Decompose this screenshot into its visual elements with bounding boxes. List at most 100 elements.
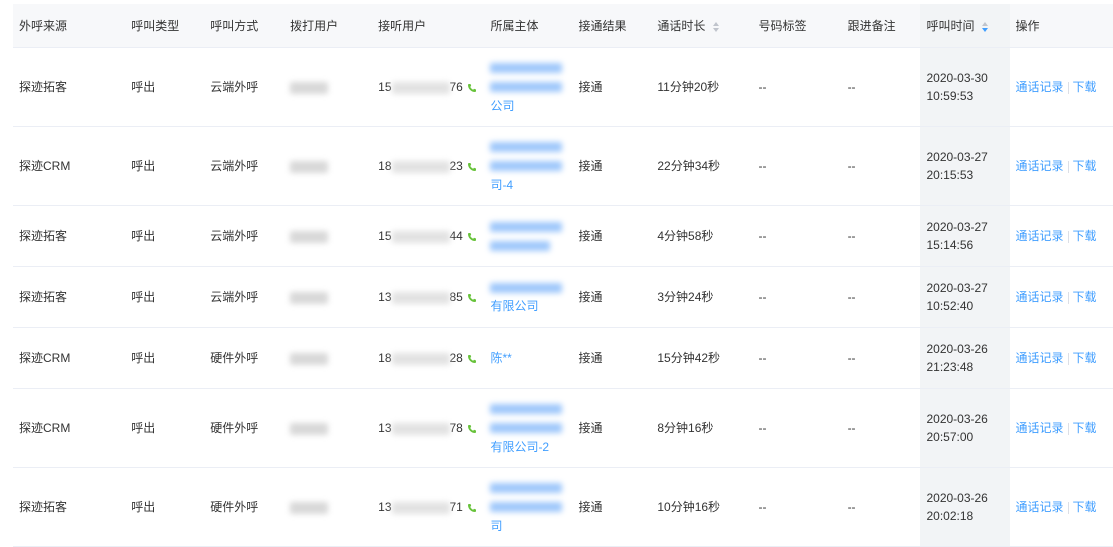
cell-caller [284, 206, 372, 267]
call-record-link[interactable]: 通话记录 [1016, 290, 1064, 304]
cell-tag: -- [753, 206, 842, 267]
cell-remark: -- [842, 389, 921, 468]
call-record-link[interactable]: 通话记录 [1016, 351, 1064, 365]
callee-redacted [392, 161, 450, 173]
cell-call-method: 硬件外呼 [204, 328, 284, 389]
callee-suffix: 85 [450, 290, 463, 304]
cell-callee: 1544 [372, 206, 484, 267]
entity-link[interactable]: 司 [490, 479, 566, 536]
cell-duration: 11分钟20秒 [651, 48, 752, 127]
cell-tag: -- [753, 127, 842, 206]
download-link[interactable]: 下载 [1073, 500, 1097, 514]
callee-prefix: 13 [378, 290, 391, 304]
cell-source: 探迹拓客 [13, 206, 125, 267]
call-record-link[interactable]: 通话记录 [1016, 159, 1064, 173]
entity-link[interactable]: 司-4 [490, 138, 566, 195]
phone-icon[interactable] [467, 162, 477, 172]
phone-icon[interactable] [467, 503, 477, 513]
call-date: 2020-03-27 [926, 281, 987, 295]
call-date: 2020-03-27 [926, 220, 987, 234]
header-time-label: 呼叫时间 [926, 19, 974, 33]
cell-call-method: 硬件外呼 [204, 389, 284, 468]
callee-prefix: 15 [378, 229, 391, 243]
callee-redacted [392, 82, 450, 94]
cell-remark: -- [842, 328, 921, 389]
cell-call-method: 云端外呼 [204, 206, 284, 267]
action-divider [1068, 423, 1069, 435]
cell-remark: -- [842, 267, 921, 328]
cell-call-type: 呼出 [125, 206, 204, 267]
call-clock: 20:57:00 [926, 430, 973, 444]
call-record-link[interactable]: 通话记录 [1016, 80, 1064, 94]
entity-link[interactable]: 有限公司-2 [490, 400, 566, 457]
cell-call-method: 硬件外呼 [204, 468, 284, 547]
cell-duration: 15分钟42秒 [651, 328, 752, 389]
cell-result: 接通 [572, 48, 651, 127]
header-call-type: 呼叫类型 [125, 4, 204, 48]
cell-source: 探迹CRM [13, 328, 125, 389]
cell-duration: 8分钟16秒 [651, 389, 752, 468]
call-record-link[interactable]: 通话记录 [1016, 229, 1064, 243]
download-link[interactable]: 下载 [1073, 159, 1097, 173]
call-record-link[interactable]: 通话记录 [1016, 500, 1064, 514]
entity-link[interactable]: 陈** [490, 349, 566, 368]
caller-redacted [290, 353, 328, 365]
cell-source: 探迹拓客 [13, 48, 125, 127]
callee-prefix: 18 [378, 351, 391, 365]
phone-icon[interactable] [467, 83, 477, 93]
caller-redacted [290, 423, 328, 435]
cell-time: 2020-03-2710:52:40 [920, 267, 1009, 328]
entity-link[interactable]: 有限公司 [490, 278, 566, 316]
cell-tag: -- [753, 328, 842, 389]
cell-time: 2020-03-2720:15:53 [920, 127, 1009, 206]
cell-caller [284, 48, 372, 127]
phone-icon[interactable] [467, 293, 477, 303]
cell-call-type: 呼出 [125, 127, 204, 206]
table-row: 探迹拓客呼出云端外呼1576公司接通11分钟20秒----2020-03-301… [13, 48, 1113, 127]
cell-remark: -- [842, 206, 921, 267]
call-clock: 20:02:18 [926, 509, 973, 523]
header-duration-label: 通话时长 [657, 19, 705, 33]
time-sort-icon[interactable] [982, 22, 988, 32]
cell-tag: -- [753, 389, 842, 468]
callee-redacted [392, 231, 450, 243]
caller-redacted [290, 161, 328, 173]
download-link[interactable]: 下载 [1073, 290, 1097, 304]
entity-link[interactable] [490, 217, 566, 255]
download-link[interactable]: 下载 [1073, 229, 1097, 243]
download-link[interactable]: 下载 [1073, 80, 1097, 94]
call-date: 2020-03-30 [926, 71, 987, 85]
cell-call-type: 呼出 [125, 468, 204, 547]
cell-time: 2020-03-2621:23:48 [920, 328, 1009, 389]
cell-call-method: 云端外呼 [204, 267, 284, 328]
header-remark: 跟进备注 [842, 4, 921, 48]
callee-redacted [392, 502, 450, 514]
cell-time: 2020-03-26 20:02:18 [920, 468, 1009, 547]
header-tag: 号码标签 [753, 4, 842, 48]
cell-remark: -- [842, 468, 921, 547]
call-record-link[interactable]: 通话记录 [1016, 421, 1064, 435]
cell-time: 2020-03-2620:57:00 [920, 389, 1009, 468]
call-clock: 21:23:48 [926, 360, 973, 374]
cell-call-method: 云端外呼 [204, 127, 284, 206]
download-link[interactable]: 下载 [1073, 351, 1097, 365]
phone-icon[interactable] [467, 232, 477, 242]
phone-icon[interactable] [467, 424, 477, 434]
action-divider [1068, 292, 1069, 304]
duration-sort-icon[interactable] [713, 22, 719, 32]
entity-name-tail: 公司 [490, 99, 514, 113]
cell-duration: 4分钟58秒 [651, 206, 752, 267]
entity-link[interactable]: 公司 [490, 59, 566, 116]
callee-suffix: 71 [450, 500, 463, 514]
cell-callee: 13 85 [372, 267, 484, 328]
header-duration[interactable]: 通话时长 [651, 4, 752, 48]
header-time[interactable]: 呼叫时间 [920, 4, 1009, 48]
call-date: 2020-03-26 [926, 491, 987, 505]
cell-callee: 1823 [372, 127, 484, 206]
callee-redacted [392, 353, 450, 365]
phone-icon[interactable] [467, 354, 477, 364]
callee-redacted [392, 292, 450, 304]
download-link[interactable]: 下载 [1073, 421, 1097, 435]
callee-suffix: 28 [450, 351, 463, 365]
cell-result: 接通 [572, 468, 651, 547]
